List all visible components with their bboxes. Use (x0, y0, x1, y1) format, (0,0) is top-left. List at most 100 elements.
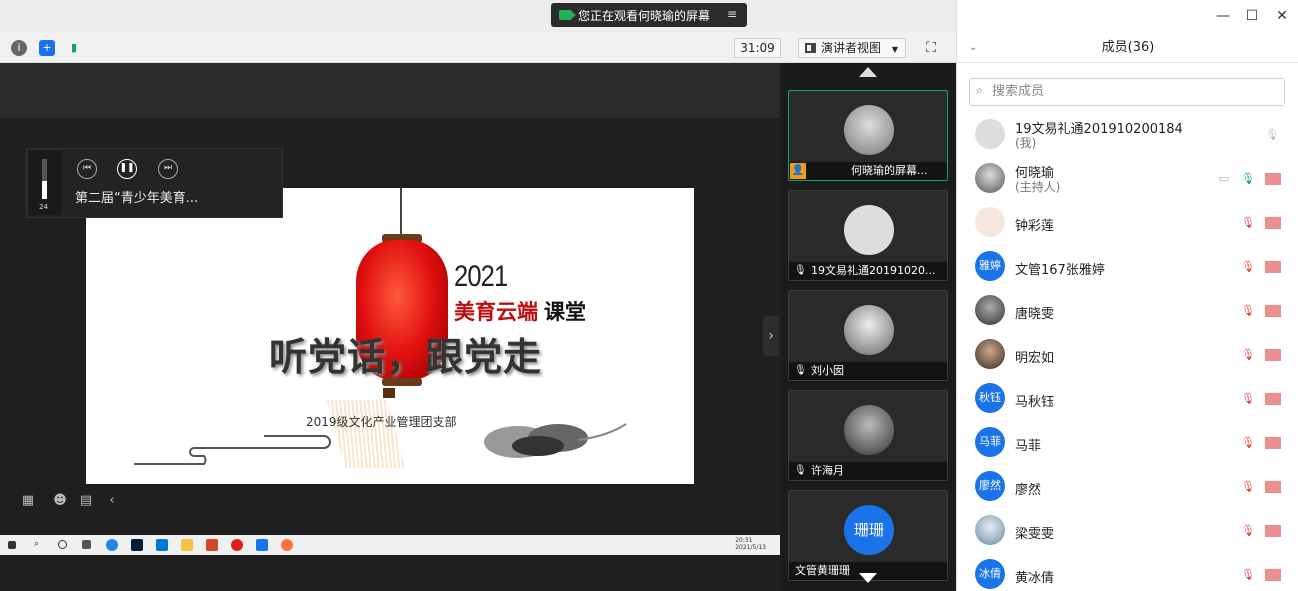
close-icon[interactable]: ✕ (1274, 8, 1290, 24)
video-tile-name: 👤 何晓瑜的屏幕... (789, 162, 947, 180)
camera-off-icon[interactable] (1265, 173, 1281, 185)
video-tile[interactable]: 🎙 刘小囡 (788, 290, 948, 381)
camera-off-icon[interactable] (1265, 569, 1281, 581)
info-icon[interactable]: i (11, 40, 27, 56)
member-row[interactable]: 明宏如 🎙 (957, 333, 1298, 377)
shield-icon[interactable]: + (39, 40, 55, 56)
video-tile-name: 🎙 许海月 (789, 462, 947, 480)
member-name: 黄冰倩 (1015, 571, 1055, 586)
decorative-line-icon (134, 435, 331, 465)
minimize-icon[interactable]: — (1215, 8, 1231, 24)
slide-subtitle-black: 课堂 (544, 300, 586, 324)
chevron-down-icon[interactable]: ⌄ (969, 33, 977, 63)
member-row[interactable]: 梁雯雯 🎙 (957, 509, 1298, 553)
video-tile-name: 🎙 刘小囡 (789, 362, 947, 380)
pause-icon[interactable]: ❚❚ (117, 159, 137, 179)
mic-muted-icon[interactable]: 🎙 (1241, 304, 1255, 318)
member-row[interactable]: 唐晓雯 🎙 (957, 289, 1298, 333)
members-panel: — ☐ ✕ 成员(36) ⌄ ⌕ 搜索成员 19文易礼通201910200184… (956, 0, 1298, 591)
member-name: 19文易礼通201910200184 (1015, 122, 1183, 137)
mic-muted-icon[interactable]: 🎙 (1241, 392, 1255, 406)
camera-off-icon[interactable] (1265, 349, 1281, 361)
avatar (844, 305, 894, 355)
mic-muted-icon[interactable]: 🎙 (1241, 260, 1255, 274)
member-row[interactable]: 何晓瑜 (主持人) ▭ 🎙 (957, 157, 1298, 201)
member-name: 唐晓雯 (1015, 307, 1055, 322)
video-tile[interactable]: 👤 何晓瑜的屏幕... (788, 90, 948, 181)
cortana-icon (58, 540, 67, 549)
mic-on-icon[interactable]: 🎙 (1241, 172, 1255, 186)
camera-icon (559, 10, 576, 20)
avatar (975, 207, 1005, 237)
avatar (975, 295, 1005, 325)
camera-off-icon[interactable] (1265, 217, 1281, 229)
member-row[interactable]: 雅婷 文管167张雅婷 🎙 (957, 245, 1298, 289)
video-tile-name: 🎙 19文易礼通20191020... (789, 262, 947, 280)
windows-start-icon (8, 541, 16, 549)
member-row[interactable]: 19文易礼通201910200184 (我) 🎙 (957, 113, 1298, 157)
members-title: 成员(36) (957, 33, 1298, 63)
member-search-input[interactable]: ⌕ 搜索成员 (969, 78, 1285, 106)
avatar (975, 515, 1005, 545)
avatar (975, 163, 1005, 193)
member-row[interactable]: 钟彩莲 🎙 (957, 201, 1298, 245)
mic-muted-icon: 🎙 (794, 465, 807, 476)
firefox-icon (281, 539, 293, 551)
signal-icon[interactable]: ▮ (66, 40, 82, 56)
photoshop-icon (131, 539, 143, 551)
collapse-panel-icon[interactable]: › (763, 316, 779, 356)
mic-muted-icon[interactable]: 🎙 (1241, 436, 1255, 450)
volume-fill (42, 181, 47, 199)
scroll-up-icon[interactable] (859, 67, 877, 77)
camera-off-icon[interactable] (1265, 393, 1281, 405)
menu-icon[interactable]: ≡ (727, 7, 741, 21)
emoji-icon[interactable]: ☻ (52, 493, 68, 509)
volume-level: 24 (39, 203, 48, 211)
lantern-string (400, 188, 402, 236)
player-track-title: 第二届“青少年美育... (75, 191, 199, 206)
volume-slider[interactable]: 24 (29, 151, 61, 215)
dropdown-arrow-icon: ▼ (891, 45, 898, 54)
avatar: 珊珊 (844, 505, 894, 555)
mic-muted-icon: 🎙 (794, 265, 807, 276)
avatar: 马菲 (975, 427, 1005, 457)
video-tile[interactable]: 🎙 许海月 (788, 390, 948, 481)
member-name: 明宏如 (1015, 351, 1055, 366)
camera-off-icon[interactable] (1265, 261, 1281, 273)
member-row[interactable]: 廖然 廖然 🎙 (957, 465, 1298, 509)
member-row[interactable]: 秋钰 马秋钰 🎙 (957, 377, 1298, 421)
screen-share-banner[interactable]: 您正在观看何晓瑜的屏幕 ≡ (551, 3, 747, 27)
camera-off-icon[interactable] (1265, 481, 1281, 493)
meeting-timer: 31:09 (734, 38, 781, 58)
member-row[interactable]: 马菲 马菲 🎙 (957, 421, 1298, 465)
video-tile[interactable]: 珊珊 文管黄珊珊 (788, 490, 948, 581)
camera-off-icon[interactable] (1265, 525, 1281, 537)
mic-muted-icon[interactable]: 🎙 (1241, 348, 1255, 362)
chevron-left-icon[interactable]: ‹ (104, 493, 120, 509)
camera-off-icon[interactable] (1265, 305, 1281, 317)
previous-icon[interactable]: ⏮ (77, 159, 97, 179)
mail-icon (156, 539, 168, 551)
member-row[interactable]: 冰倩 黄冰倩 🎙 (957, 553, 1298, 591)
chat-icon[interactable]: ▤ (78, 493, 94, 509)
mic-muted-icon[interactable]: 🎙 (1241, 524, 1255, 538)
edge-icon (106, 539, 118, 551)
search-icon: ⌕ (34, 539, 40, 549)
member-name: 马菲 (1015, 439, 1042, 454)
music-app-icon (231, 539, 243, 551)
system-tray-clock: 20:31 2021/5/13 (735, 537, 766, 551)
search-placeholder: 搜索成员 (992, 84, 1045, 99)
mic-muted-icon[interactable]: 🎙 (1241, 216, 1255, 230)
mic-muted-icon[interactable]: 🎙 (1265, 128, 1279, 142)
camera-off-icon[interactable] (1265, 437, 1281, 449)
view-mode-select[interactable]: 演讲者视图 ▼ (798, 38, 906, 58)
video-tile[interactable]: 🎙 19文易礼通20191020... (788, 190, 948, 281)
avatar: 冰倩 (975, 559, 1005, 589)
mic-muted-icon[interactable]: 🎙 (1241, 480, 1255, 494)
mic-muted-icon[interactable]: 🎙 (1241, 568, 1255, 582)
next-icon[interactable]: ⏭ (158, 159, 178, 179)
grid-icon[interactable]: ▦ (20, 493, 36, 509)
maximize-icon[interactable]: ☐ (1244, 8, 1260, 24)
fullscreen-icon[interactable]: ⛶ (923, 40, 939, 56)
scroll-down-icon[interactable] (859, 573, 877, 583)
